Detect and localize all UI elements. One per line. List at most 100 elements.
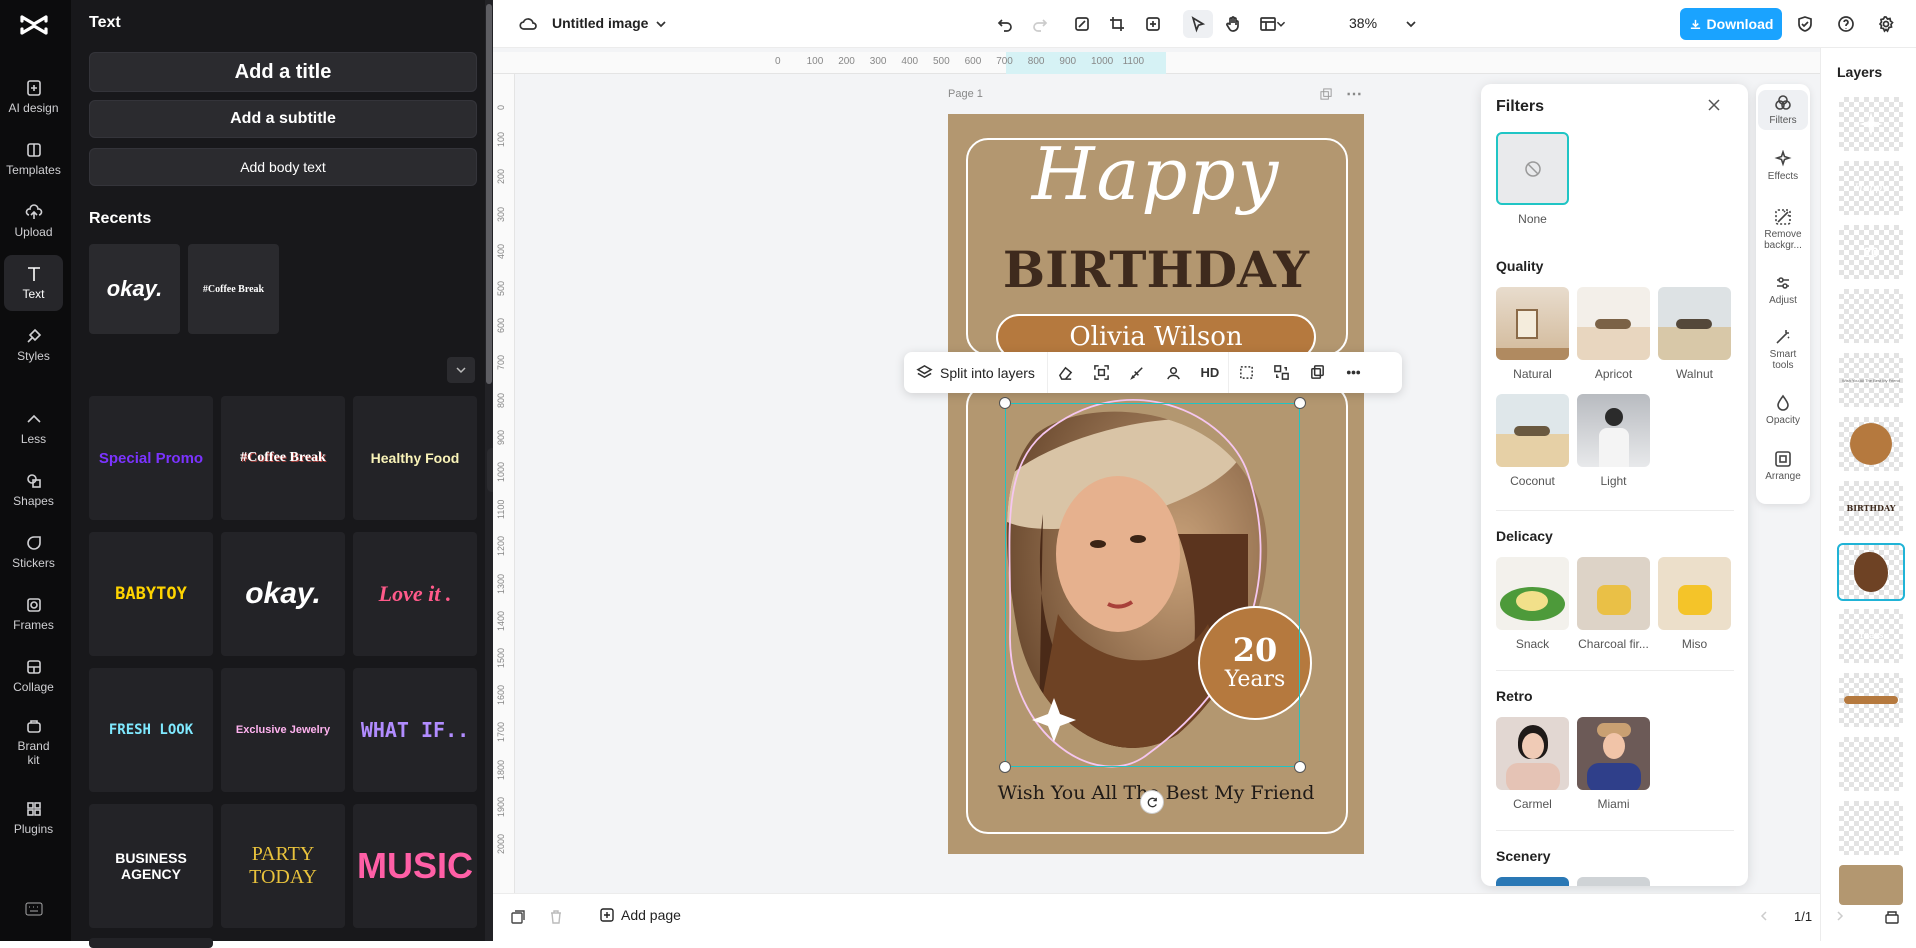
filter-apricot[interactable]: Apricot	[1577, 287, 1650, 381]
text-template[interactable]: PARTY TODAY	[221, 804, 345, 928]
filter-scenery-thumb[interactable]	[1577, 877, 1650, 886]
tool-effects[interactable]: Effects	[1758, 150, 1808, 182]
layer-thumb-happy[interactable]: Happy	[1839, 161, 1903, 215]
filter-coconut[interactable]: Coconut	[1496, 394, 1569, 488]
resize-handle-bottom-left[interactable]	[999, 761, 1011, 773]
selection-box[interactable]	[1005, 403, 1300, 767]
layer-thumb-frame[interactable]	[1839, 289, 1903, 343]
layer-thumb-frame2[interactable]	[1839, 737, 1903, 791]
nav-styles[interactable]: Styles	[4, 317, 63, 373]
rotate-handle-icon[interactable]	[1140, 790, 1164, 814]
add-element-icon[interactable]	[1138, 10, 1168, 38]
redo-icon[interactable]	[1025, 10, 1055, 38]
add-body-text-button[interactable]: Add body text	[89, 148, 477, 186]
crop-icon[interactable]	[1102, 10, 1132, 38]
document-title[interactable]: Untitled image	[552, 15, 648, 31]
download-button[interactable]: Download	[1680, 8, 1782, 40]
zoom-level[interactable]: 38%	[1349, 15, 1377, 31]
shield-check-icon[interactable]	[1790, 10, 1820, 38]
text-template[interactable]: Healthy Food	[353, 396, 477, 520]
hd-upscale-button[interactable]: HD	[1192, 352, 1228, 393]
help-icon[interactable]	[1831, 10, 1861, 38]
text-template[interactable]	[89, 938, 213, 948]
text-template[interactable]: Exclusive Jewelry	[221, 668, 345, 792]
portrait-tool[interactable]	[1156, 352, 1192, 393]
layer-thumb-wish[interactable]: Wish You All The Best My Friend	[1839, 353, 1903, 407]
filter-natural[interactable]: Natural	[1496, 287, 1569, 381]
tool-arrange[interactable]: Arrange	[1758, 450, 1808, 482]
layout-dropdown-icon[interactable]	[1273, 10, 1289, 38]
filter-walnut[interactable]: Walnut	[1658, 287, 1731, 381]
layer-thumb-pill[interactable]	[1839, 673, 1903, 727]
tool-smart-tools[interactable]: Smart tools	[1758, 328, 1808, 371]
nav-less[interactable]: Less	[4, 400, 63, 456]
tool-opacity[interactable]: Opacity	[1758, 394, 1808, 426]
page-more-icon[interactable]: ⋯	[1346, 84, 1363, 104]
resize-handle-bottom-right[interactable]	[1294, 761, 1306, 773]
page-thumbnail-icon[interactable]	[510, 909, 526, 928]
filter-none[interactable]: None	[1496, 132, 1569, 226]
split-into-layers-button[interactable]: Split into layers	[904, 352, 1048, 393]
text-template[interactable]: WHAT IF..	[353, 668, 477, 792]
text-template[interactable]: BABYTOY	[89, 532, 213, 656]
text-template[interactable]: FRESH LOOK	[89, 668, 213, 792]
nav-upload[interactable]: Upload	[4, 193, 63, 249]
prev-page-icon[interactable]	[1758, 910, 1770, 925]
page-manager-icon[interactable]	[1884, 909, 1900, 928]
nav-ai-design[interactable]: AI design	[4, 69, 63, 125]
layer-thumb-birthday[interactable]: BIRTHDAY	[1839, 481, 1903, 535]
eraser-tool[interactable]	[1048, 352, 1084, 393]
text-template[interactable]: #Coffee Break	[221, 396, 345, 520]
filter-light[interactable]: Light	[1577, 394, 1650, 488]
select-cursor-icon[interactable]	[1183, 10, 1213, 38]
text-template[interactable]: BUSINESS AGENCY	[89, 804, 213, 928]
layer-thumb-background[interactable]	[1839, 865, 1903, 905]
filter-miami[interactable]: Miami	[1577, 717, 1650, 811]
nav-frames[interactable]: Frames	[4, 586, 63, 642]
resize-handle-top-right[interactable]	[1294, 397, 1306, 409]
nav-collage[interactable]: Collage	[4, 648, 63, 704]
keyboard-icon[interactable]	[25, 902, 43, 919]
expand-tool[interactable]	[1084, 352, 1120, 393]
collapse-recents-button[interactable]	[447, 357, 475, 383]
text-template[interactable]: MUSIC	[353, 804, 477, 928]
nav-text[interactable]: Text	[4, 255, 63, 311]
tool-filters[interactable]: Filters	[1758, 90, 1808, 130]
title-dropdown-chevron-icon[interactable]	[650, 10, 672, 38]
resize-icon[interactable]	[1067, 10, 1097, 38]
recent-item[interactable]: okay.	[89, 244, 180, 334]
crop-tool[interactable]	[1227, 352, 1264, 393]
tool-adjust[interactable]: Adjust	[1758, 274, 1808, 306]
resize-handle-top-left[interactable]	[999, 397, 1011, 409]
more-options-tool[interactable]	[1336, 352, 1372, 393]
layer-thumb-empty[interactable]	[1839, 801, 1903, 855]
layer-thumb-sparkle[interactable]	[1839, 97, 1903, 151]
text-template[interactable]: Special Promo	[89, 396, 213, 520]
add-page-button[interactable]: Add page	[599, 907, 681, 923]
filter-carmel[interactable]: Carmel	[1496, 717, 1569, 811]
tool-remove-background[interactable]: Remove backgr...	[1758, 208, 1808, 251]
layer-thumb-years[interactable]: Years	[1839, 609, 1903, 663]
settings-gear-icon[interactable]	[1871, 10, 1901, 38]
nav-plugins[interactable]: Plugins	[4, 790, 63, 846]
text-template[interactable]: Love it .	[353, 532, 477, 656]
nav-templates[interactable]: Templates	[4, 131, 63, 187]
add-subtitle-button[interactable]: Add a subtitle	[89, 100, 477, 138]
delete-page-icon[interactable]	[548, 909, 564, 928]
zoom-dropdown-chevron-icon[interactable]	[1400, 10, 1422, 38]
close-filters-icon[interactable]	[1707, 98, 1721, 115]
replace-tool[interactable]	[1264, 352, 1300, 393]
capcut-logo-icon[interactable]	[18, 12, 50, 38]
hand-pan-icon[interactable]	[1218, 10, 1248, 38]
nav-brand-kit[interactable]: Brand kit	[4, 712, 63, 772]
recent-item[interactable]: #Coffee Break	[188, 244, 279, 334]
layer-thumb-photo[interactable]	[1837, 543, 1905, 601]
cloud-sync-icon[interactable]	[513, 10, 543, 38]
layer-thumb-circle[interactable]	[1839, 417, 1903, 471]
duplicate-tool[interactable]	[1300, 352, 1336, 393]
add-title-button[interactable]: Add a title	[89, 52, 477, 92]
nav-shapes[interactable]: Shapes	[4, 462, 63, 518]
nav-stickers[interactable]: Stickers	[4, 524, 63, 580]
retouch-tool[interactable]	[1120, 352, 1156, 393]
next-page-icon[interactable]	[1834, 910, 1846, 925]
